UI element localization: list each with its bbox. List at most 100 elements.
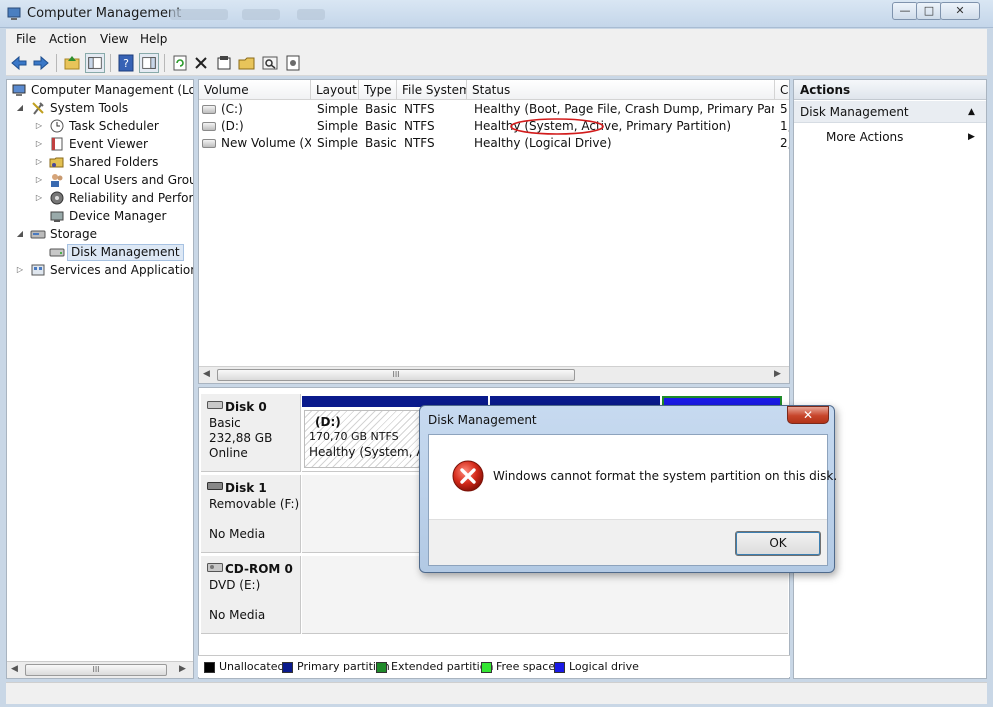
- volume-layout: Simple: [317, 136, 358, 150]
- expand-arrow-icon[interactable]: ▷: [34, 117, 44, 135]
- tree-item-device-manager[interactable]: Device Manager: [9, 207, 193, 225]
- legend-swatch-free-space: [481, 662, 492, 673]
- legend-label: Free space: [496, 660, 556, 673]
- legend-label: Extended partition: [391, 660, 494, 673]
- scroll-left-arrow-icon[interactable]: ◀: [11, 664, 18, 674]
- partition-size: 170,70 GB NTFS: [309, 430, 399, 443]
- disk-icon: [207, 401, 223, 409]
- tree-item-shared-folders[interactable]: ▷ Shared Folders: [9, 153, 193, 171]
- scroll-thumb[interactable]: III: [25, 664, 167, 676]
- navigation-tree: Computer Management (Local ◢ System Tool…: [6, 79, 194, 679]
- tree-item-system-tools[interactable]: ◢ System Tools: [9, 99, 193, 117]
- tree-item-task-scheduler[interactable]: ▷ Task Scheduler: [9, 117, 193, 135]
- close-window-button[interactable]: ✕: [940, 2, 980, 20]
- expand-arrow-icon[interactable]: ▷: [34, 153, 44, 171]
- show-action-pane-icon[interactable]: [139, 53, 159, 73]
- more-actions-label: More Actions: [826, 130, 904, 144]
- computer-management-icon: [7, 7, 21, 20]
- volume-row[interactable]: (D:) Simple Basic NTFS Healthy (System, …: [199, 118, 789, 135]
- disk-1-label[interactable]: Disk 1 Removable (F:) No Media: [201, 475, 301, 553]
- shared-folder-icon: [49, 157, 64, 168]
- menu-file[interactable]: File: [16, 32, 36, 46]
- volume-row[interactable]: New Volume (X:) Simple Basic NTFS Health…: [199, 135, 789, 152]
- disk-0-label[interactable]: Disk 0 Basic 232,88 GB Online: [201, 394, 301, 472]
- help-icon[interactable]: ?: [116, 53, 136, 73]
- tree-horizontal-scrollbar[interactable]: ◀ III ▶: [7, 661, 193, 678]
- expand-arrow-icon[interactable]: ▷: [34, 171, 44, 189]
- column-header-type[interactable]: Type: [359, 80, 397, 100]
- cd-drive-icon: [207, 563, 223, 572]
- volume-type: Basic: [365, 136, 397, 150]
- forward-arrow-icon[interactable]: [31, 53, 51, 73]
- disk-type: DVD (E:): [209, 578, 261, 592]
- scroll-thumb[interactable]: III: [217, 369, 575, 381]
- tree-item-disk-management[interactable]: Disk Management: [9, 243, 193, 261]
- volume-file-system: NTFS: [404, 119, 435, 133]
- collapse-arrow-icon[interactable]: ▲: [968, 101, 975, 123]
- menu-view[interactable]: View: [100, 32, 128, 46]
- volume-type: Basic: [365, 102, 397, 116]
- column-header-volume[interactable]: Volume: [199, 80, 311, 100]
- menu-action[interactable]: Action: [49, 32, 87, 46]
- back-arrow-icon[interactable]: [9, 53, 29, 73]
- volume-status: Healthy (Logical Drive): [474, 136, 612, 150]
- column-header-status[interactable]: Status: [467, 80, 775, 100]
- legend-label: Unallocated: [219, 660, 285, 673]
- toolbar-separator: [164, 54, 165, 72]
- show-hide-tree-icon[interactable]: [85, 53, 105, 73]
- open-folder-icon[interactable]: [237, 53, 257, 73]
- expand-arrow-icon[interactable]: ◢: [15, 99, 25, 117]
- tree-item-event-viewer[interactable]: ▷ Event Viewer: [9, 135, 193, 153]
- computer-icon: [12, 84, 26, 96]
- drive-icon: [202, 139, 216, 148]
- cdrom-0-label[interactable]: CD-ROM 0 DVD (E:) No Media: [201, 556, 301, 634]
- error-dialog: Disk Management ✕ Windows cannot format …: [419, 405, 837, 573]
- menu-help[interactable]: Help: [140, 32, 167, 46]
- tree-item-storage[interactable]: ◢ Storage: [9, 225, 193, 243]
- disk-size: 232,88 GB: [209, 431, 273, 445]
- disk-management-icon: [49, 248, 65, 257]
- expand-arrow-icon[interactable]: ◢: [15, 225, 25, 243]
- delete-icon[interactable]: [191, 53, 211, 73]
- column-header-capacity[interactable]: C: [775, 80, 789, 100]
- scroll-left-arrow-icon[interactable]: ◀: [203, 369, 210, 379]
- more-actions-item[interactable]: More Actions ▶: [794, 127, 986, 147]
- scroll-right-arrow-icon[interactable]: ▶: [179, 664, 186, 674]
- column-header-layout[interactable]: Layout: [311, 80, 359, 100]
- tree-item-local-users-and-groups[interactable]: ▷ Local Users and Groups: [9, 171, 193, 189]
- refresh-icon[interactable]: [170, 53, 190, 73]
- tree-item-reliability-and-performance[interactable]: ▷ Reliability and Performa: [9, 189, 193, 207]
- volume-row[interactable]: (C:) Simple Basic NTFS Healthy (Boot, Pa…: [199, 101, 789, 118]
- maximize-button[interactable]: □: [916, 2, 942, 20]
- tree-item-label: Local Users and Groups: [69, 173, 193, 187]
- tree-item-services-and-applications[interactable]: ▷ Services and Applications: [9, 261, 193, 279]
- submenu-arrow-icon: ▶: [968, 132, 975, 142]
- ok-button[interactable]: OK: [735, 531, 821, 556]
- tree-item-computer-management[interactable]: Computer Management (Local: [9, 81, 193, 99]
- drive-icon: [202, 122, 216, 131]
- scroll-right-arrow-icon[interactable]: ▶: [774, 369, 781, 379]
- properties-icon[interactable]: [214, 53, 234, 73]
- expand-arrow-icon[interactable]: ▷: [15, 261, 25, 279]
- expand-arrow-icon[interactable]: ▷: [34, 135, 44, 153]
- actions-section-disk-management[interactable]: Disk Management ▲: [794, 101, 986, 123]
- tree-item-label: Storage: [50, 227, 97, 241]
- tree-item-label: System Tools: [50, 101, 129, 115]
- settings-icon[interactable]: [283, 53, 303, 73]
- users-icon: [51, 174, 63, 187]
- legend-swatch-logical: [554, 662, 565, 673]
- search-icon[interactable]: [260, 53, 280, 73]
- volume-list-horizontal-scrollbar[interactable]: ◀ III ▶: [199, 366, 789, 383]
- minimize-button[interactable]: —: [892, 2, 918, 20]
- dialog-close-button[interactable]: ✕: [787, 406, 829, 424]
- column-header-file-system[interactable]: File System: [397, 80, 467, 100]
- up-folder-icon[interactable]: [62, 53, 82, 73]
- services-icon: [31, 264, 45, 276]
- disk-name: Disk 1: [225, 481, 267, 495]
- volume-file-system: NTFS: [404, 102, 435, 116]
- tree-item-label: Computer Management (Local: [31, 83, 194, 97]
- title-bar[interactable]: Computer Management — □ ✕: [0, 0, 993, 28]
- performance-icon: [50, 191, 64, 205]
- svg-text:?: ?: [123, 57, 129, 70]
- expand-arrow-icon[interactable]: ▷: [34, 189, 44, 207]
